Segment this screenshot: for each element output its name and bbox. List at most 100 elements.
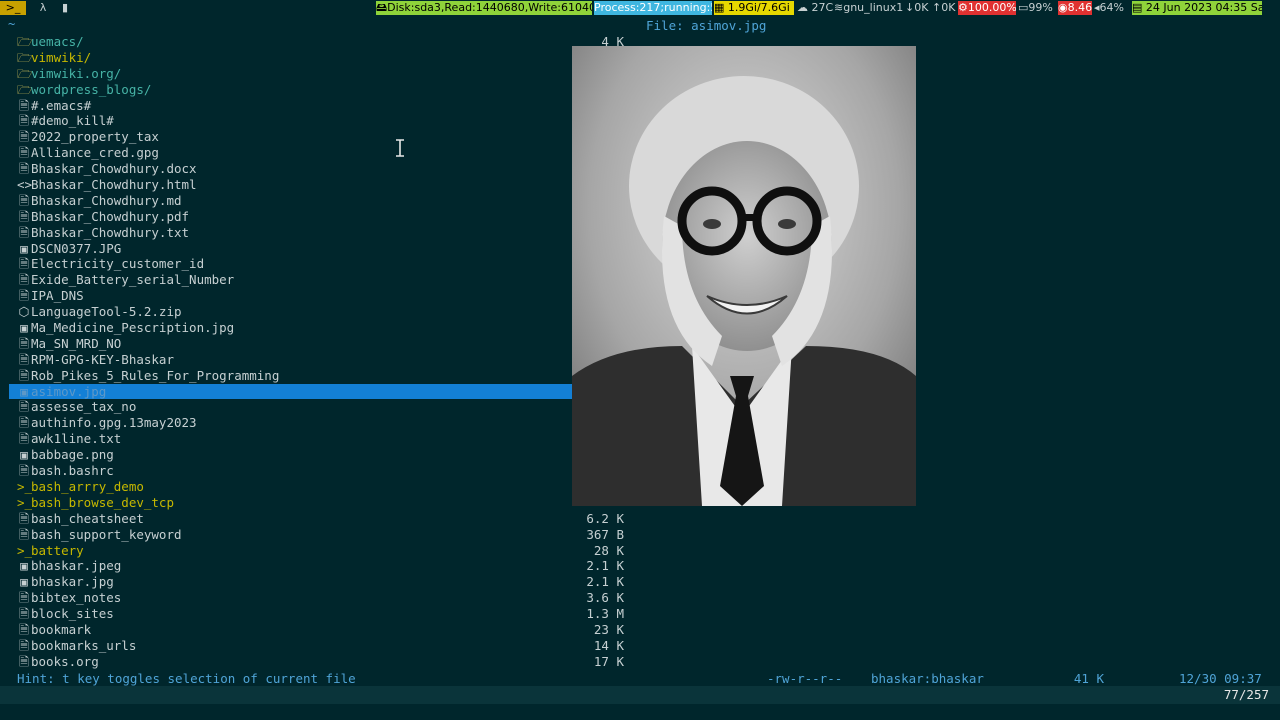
file-row[interactable]: ▣ Ma_Medicine_Pescription.jpg: [9, 320, 629, 336]
file-size-cell: 6.2 K: [586, 510, 624, 526]
folder-icon: 🗁: [17, 65, 33, 81]
file-row[interactable]: 🗎 Ma_SN_MRD_NO: [9, 336, 629, 352]
file-row[interactable]: 🗎 RPM-GPG-KEY-Bhaskar: [9, 352, 629, 368]
file-name: RPM-GPG-KEY-Bhaskar: [31, 351, 174, 367]
file-row[interactable]: 🗎 bookmarks_urls 14 K: [9, 638, 629, 654]
file-name: battery: [31, 542, 84, 558]
file-row[interactable]: ⬡ LanguageTool-5.2.zip: [9, 304, 629, 320]
file-name: Bhaskar_Chowdhury.txt: [31, 224, 190, 240]
folder-icon: 🗁: [17, 81, 33, 97]
file-row[interactable]: 🗎 bash_cheatsheet 6.2 K: [9, 511, 629, 527]
workspace-terminal-icon[interactable]: >_: [0, 1, 26, 15]
file-icon: 🗎: [18, 129, 30, 145]
file-size-cell: 28 K: [593, 542, 624, 558]
workspace-video-icon[interactable]: ▮: [58, 1, 72, 15]
download-status: ↓0K: [905, 1, 929, 14]
file-row[interactable]: 🗎 Exide_Battery_serial_Number: [9, 272, 629, 288]
command-line[interactable]: [0, 686, 1280, 704]
executable-icon: >_: [17, 542, 33, 558]
file-list[interactable]: 🗁 uemacs/4 K 🗁 vimwiki/🗁 vimwiki.org/🗁 wordpr…: [9, 34, 629, 670]
file-row[interactable]: 🗁 uemacs/4 K: [9, 34, 629, 50]
file-row[interactable]: 🗎 assesse_tax_no: [9, 399, 629, 415]
image-icon: ▣: [20, 447, 28, 463]
file-row[interactable]: 🗎 bash.bashrc: [9, 463, 629, 479]
file-name: vimwiki.org/: [31, 65, 122, 81]
file-row[interactable]: ▣ asimov.jpg: [9, 383, 572, 400]
file-name: bibtex_notes: [31, 590, 122, 606]
image-icon: ▣: [20, 383, 28, 399]
file-row[interactable]: >_ bash_browse_dev_tcp: [9, 495, 629, 511]
file-size-cell: 367 B: [586, 526, 624, 542]
file-row[interactable]: >_ bash_arrry_demo: [9, 479, 629, 495]
file-size-cell: 1.3 M: [586, 606, 624, 622]
workspace-lambda-icon[interactable]: λ: [36, 1, 50, 15]
file-name: wordpress_blogs/: [31, 81, 152, 97]
top-status-bar: >_ λ ▮ 🖴Disk:sda3,Read:1440680,Write:610…: [0, 0, 1280, 16]
portrait-photo: [572, 46, 916, 506]
file-row[interactable]: 🗎 block_sites 1.3 M: [9, 606, 629, 622]
file-row[interactable]: 🗁 wordpress_blogs/: [9, 82, 629, 98]
file-name: asimov.jpg: [31, 383, 107, 399]
process-status: Process:217;running:5: [594, 1, 712, 15]
file-row[interactable]: 🗎 Bhaskar_Chowdhury.md: [9, 193, 629, 209]
file-row[interactable]: 🗎 bookmark 23 K: [9, 622, 629, 638]
file-row[interactable]: 🗁 vimwiki.org/: [9, 66, 629, 82]
file-row[interactable]: ▣ DSCN0377.JPG: [9, 241, 629, 257]
file-row[interactable]: 🗎 #demo_kill#: [9, 113, 629, 129]
image-icon: ▣: [20, 320, 28, 336]
file-name: 2022_property_tax: [31, 129, 159, 145]
file-name: Bhaskar_Chowdhury.html: [31, 177, 197, 193]
file-row[interactable]: 🗁 vimwiki/: [9, 50, 629, 66]
file-name: IPA_DNS: [31, 288, 84, 304]
file-name: awk1line.txt: [31, 431, 122, 447]
file-name: block_sites: [31, 606, 114, 622]
file-row[interactable]: ▣ babbage.png: [9, 447, 629, 463]
file-icon: 🗎: [18, 431, 30, 447]
file-row[interactable]: >_ battery 28 K: [9, 543, 629, 559]
disk-status: 🖴Disk:sda3,Read:1440680,Write:610408: [376, 1, 592, 15]
file-size-cell: 2.1 K: [586, 574, 624, 590]
file-name: Bhaskar_Chowdhury.md: [31, 192, 182, 208]
file-row[interactable]: 🗎 awk1line.txt: [9, 431, 629, 447]
file-icon: 🗎: [18, 606, 30, 622]
file-row[interactable]: 🗎 authinfo.gpg.13may2023: [9, 415, 629, 431]
file-name: bhaskar.jpeg: [31, 558, 122, 574]
file-name: bookmark: [31, 621, 92, 637]
file-row[interactable]: 🗎 Rob_Pikes_5_Rules_For_Programming: [9, 368, 629, 384]
code-icon: <>: [17, 177, 33, 193]
file-icon: 🗎: [18, 510, 30, 526]
file-name: #demo_kill#: [31, 113, 114, 129]
file-row[interactable]: 🗎 Bhaskar_Chowdhury.docx: [9, 161, 629, 177]
file-row[interactable]: 🗎 Bhaskar_Chowdhury.txt: [9, 225, 629, 241]
file-row[interactable]: 🗎 Bhaskar_Chowdhury.pdf: [9, 209, 629, 225]
file-row[interactable]: 🗎 Alliance_cred.gpg: [9, 145, 629, 161]
file-icon: 🗎: [18, 208, 30, 224]
file-icon: 🗎: [18, 272, 30, 288]
archive-icon: ⬡: [18, 304, 30, 320]
file-name: DSCN0377.JPG: [31, 240, 122, 256]
file-name: Rob_Pikes_5_Rules_For_Programming: [31, 367, 280, 383]
file-row[interactable]: 🗎 bibtex_notes 3.6 K: [9, 590, 629, 606]
image-preview: [572, 46, 916, 506]
file-row[interactable]: 🗎 bash_support_keyword 367 B: [9, 527, 629, 543]
file-row[interactable]: 🗎 Electricity_customer_id: [9, 256, 629, 272]
file-name: Electricity_customer_id: [31, 256, 205, 272]
file-row[interactable]: <> Bhaskar_Chowdhury.html: [9, 177, 629, 193]
file-row[interactable]: 🗎 books.org 17 K: [9, 654, 629, 670]
file-icon: 🗎: [18, 637, 30, 653]
file-name: bash_browse_dev_tcp: [31, 494, 174, 510]
network-status: ≋gnu_linux1: [834, 1, 904, 14]
file-name: bash_arrry_demo: [31, 478, 144, 494]
file-icon: 🗎: [18, 621, 30, 637]
file-row[interactable]: 🗎 IPA_DNS: [9, 288, 629, 304]
file-row[interactable]: ▣ bhaskar.jpg 2.1 K: [9, 574, 629, 590]
folder-icon: 🗁: [17, 49, 33, 65]
file-row[interactable]: 🗎 #.emacs#: [9, 98, 629, 114]
file-row[interactable]: ▣ bhaskar.jpeg 2.1 K: [9, 558, 629, 574]
file-name: books.org: [31, 653, 99, 669]
executable-icon: >_: [17, 478, 33, 494]
hint-text: Hint: t key toggles selection of current…: [17, 671, 356, 686]
date-status: ▤ 24 Jun 2023 04:35 Sat: [1132, 1, 1262, 15]
memory-status: ▦ 1.9Gi/7.6Gi: [714, 1, 794, 15]
file-row[interactable]: 🗎 2022_property_tax: [9, 129, 629, 145]
